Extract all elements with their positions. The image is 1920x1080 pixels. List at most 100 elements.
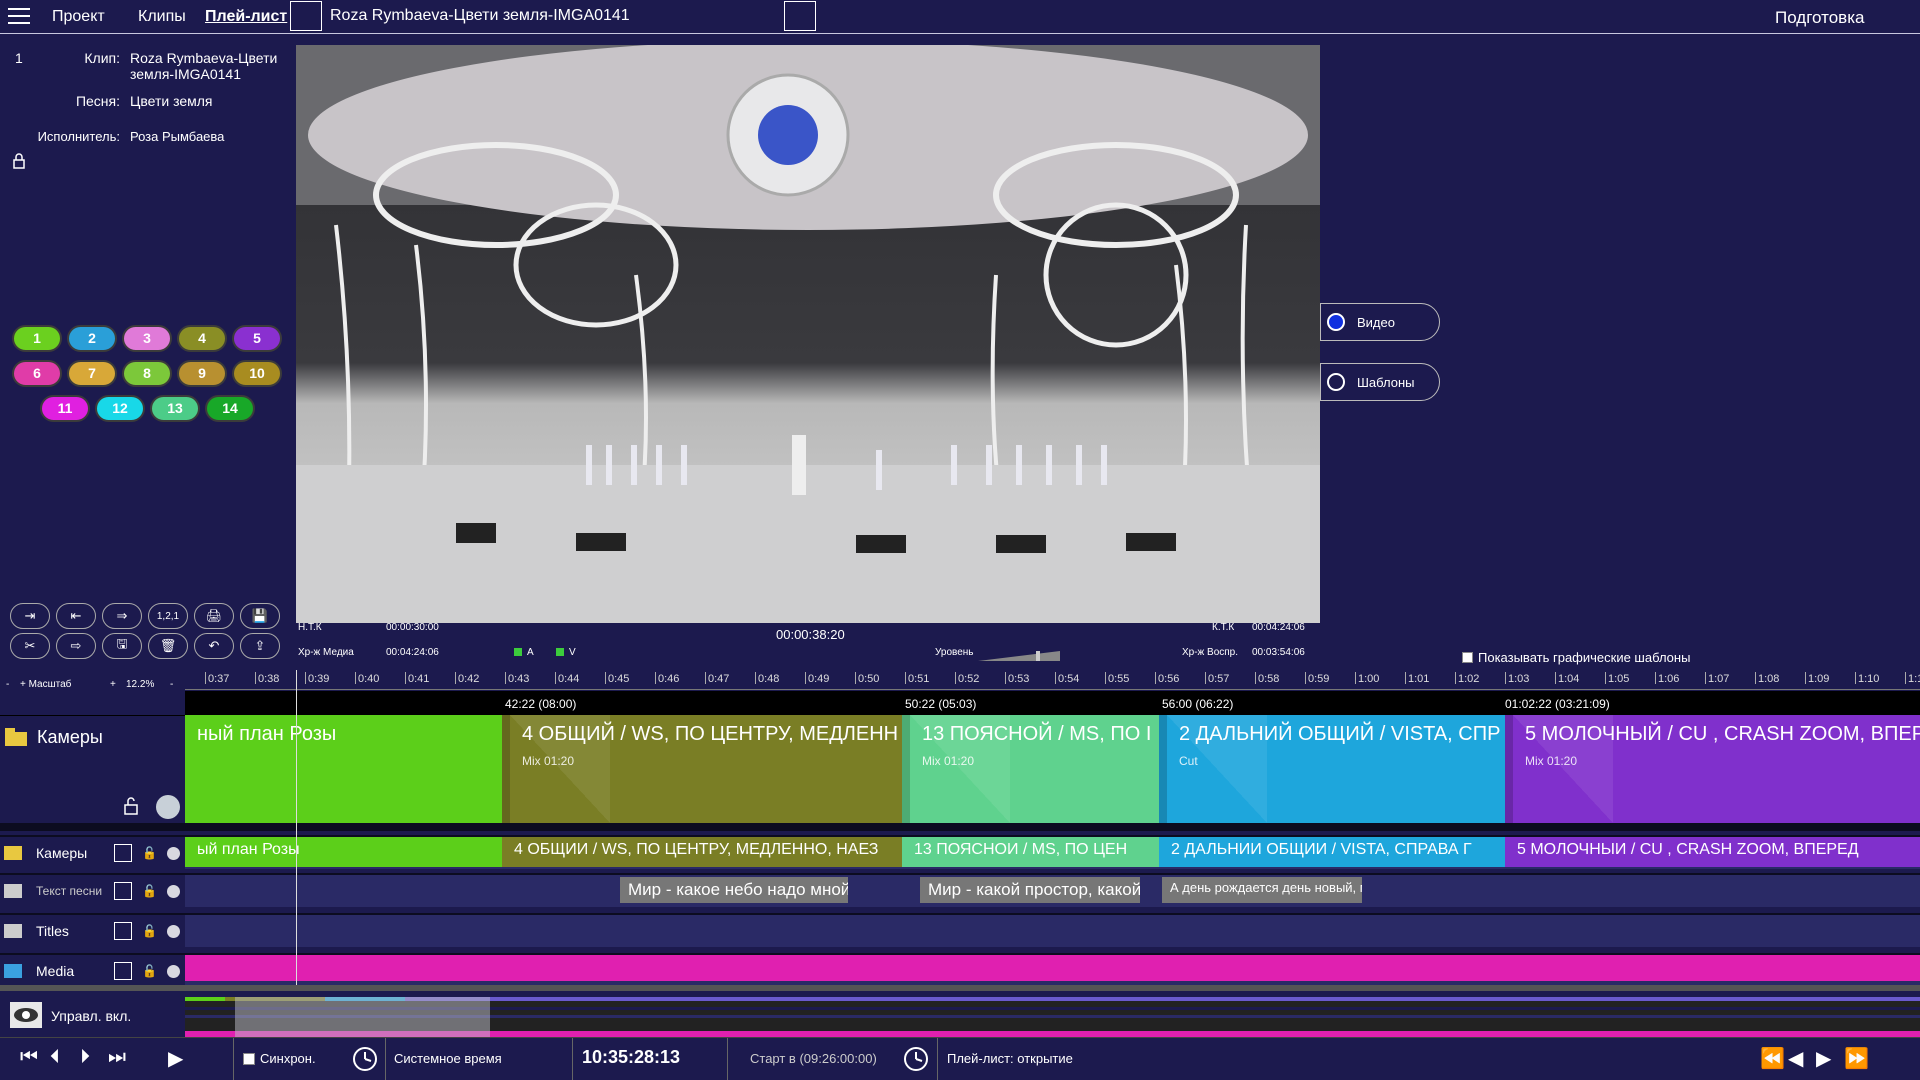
camera-button-1[interactable]: 1 <box>12 325 62 352</box>
save-icon[interactable]: 💾 <box>240 603 280 629</box>
start-clock-icon[interactable] <box>903 1046 929 1077</box>
track-enable-checkbox[interactable] <box>114 962 132 980</box>
camera-button-12[interactable]: 12 <box>95 395 145 422</box>
track-lock-icon[interactable]: 🔓 <box>142 846 157 860</box>
track-visibility-dot[interactable] <box>166 924 180 938</box>
exit-icon[interactable]: ⇪ <box>240 633 280 659</box>
mode-label[interactable]: Подготовка <box>1775 8 1864 28</box>
show-templates-checkbox[interactable] <box>1462 652 1473 663</box>
step-back-button[interactable]: ⏴ <box>50 1046 60 1069</box>
camera-button-10[interactable]: 10 <box>232 360 282 387</box>
sync-checkbox[interactable] <box>243 1053 255 1065</box>
undo-icon[interactable]: ↶ <box>194 633 234 659</box>
rewind-button[interactable]: ⏪ <box>1760 1046 1785 1071</box>
templates-radio[interactable]: Шаблоны <box>1320 363 1440 401</box>
camera-button-8[interactable]: 8 <box>122 360 172 387</box>
camera-small-clip[interactable]: 4 ОБЩИИ / WS, ПО ЦЕНТРУ, МЕДЛЕННО, НАЕЗ <box>502 837 902 867</box>
window-toggle-box[interactable] <box>784 1 816 31</box>
track-visibility-dot[interactable] <box>166 964 180 978</box>
zoom-plus-button[interactable]: + <box>110 679 116 690</box>
ruler-tick <box>1355 672 1356 684</box>
marker-label[interactable]: 01:02:22 (03:21:09) <box>1505 697 1610 711</box>
prev-frame-button[interactable]: ◀ <box>1788 1046 1803 1071</box>
menu-playlist[interactable]: Плей-лист <box>205 8 287 26</box>
playlist-toggle-box[interactable] <box>290 1 322 31</box>
go-to-start-icon[interactable]: ⇥ <box>10 603 50 629</box>
camera-button-6[interactable]: 6 <box>12 360 62 387</box>
audio-label: A <box>527 647 534 658</box>
camera-small-clip[interactable]: 2 ДАЛЬНИИ ОБЩИИ / VISTA, СПРАВА Г <box>1159 837 1505 867</box>
level-label: Уровень <box>935 647 974 658</box>
eye-icon[interactable] <box>10 1002 42 1033</box>
lock-icon[interactable] <box>12 152 26 175</box>
overview-strip[interactable] <box>185 997 1920 1037</box>
track-visibility-dot[interactable] <box>156 795 180 819</box>
camera-button-9[interactable]: 9 <box>177 360 227 387</box>
camera-button-5[interactable]: 5 <box>232 325 282 352</box>
move-right-icon[interactable]: ⇒ <box>102 603 142 629</box>
lyric-clip[interactable]: Мир - какой простор, какой покой! <box>920 877 1140 903</box>
track-enable-checkbox[interactable] <box>114 882 132 900</box>
camera-button-13[interactable]: 13 <box>150 395 200 422</box>
track-visibility-dot[interactable] <box>166 884 180 898</box>
step-forward-button[interactable]: ⏵ <box>80 1046 90 1069</box>
camera-button-14[interactable]: 14 <box>205 395 255 422</box>
video-preview[interactable] <box>296 45 1320 623</box>
next-frame-button[interactable]: ▶ <box>1816 1046 1831 1071</box>
level-slider[interactable] <box>978 648 1060 666</box>
camera-small-clip[interactable]: 5 МОЛОЧНЫИ / CU , CRASH ZOOM, ВПЕРЕД <box>1505 837 1920 867</box>
track-enable-checkbox[interactable] <box>114 922 132 940</box>
camera-small-clip[interactable]: ый план Розы <box>185 837 502 867</box>
cut-icon[interactable]: ✂ <box>10 633 50 659</box>
camera-button-11[interactable]: 11 <box>40 395 90 422</box>
zoom-minus-button[interactable]: - <box>6 679 9 690</box>
marker-label[interactable]: 50:22 (05:03) <box>905 697 976 711</box>
media-track-clip[interactable] <box>185 955 1920 981</box>
camera-small-track[interactable]: ый план Розы 4 ОБЩИИ / WS, ПО ЦЕНТРУ, МЕД… <box>185 837 1920 867</box>
track-visibility-dot[interactable] <box>166 846 180 860</box>
track-lock-icon[interactable]: 🔓 <box>142 924 157 938</box>
ruler-tick <box>705 672 706 684</box>
overview-window[interactable] <box>235 997 490 1037</box>
delete-icon[interactable]: 🗑 <box>148 633 188 659</box>
camera-clip[interactable]: 4 ОБЩИЙ / WS, ПО ЦЕНТРУ, МЕДЛЕННMix 01:2… <box>502 715 902 823</box>
print-icon[interactable]: 🖨 <box>194 603 234 629</box>
track-lock-icon[interactable]: 🔓 <box>142 964 157 978</box>
stage-image <box>296 45 1320 623</box>
move-icon[interactable]: ⇨ <box>56 633 96 659</box>
camera-clip[interactable]: 2 ДАЛЬНИЙ ОБЩИЙ / VISTA, СПРCut <box>1159 715 1505 823</box>
marker-label[interactable]: 56:00 (06:22) <box>1162 697 1233 711</box>
skip-to-end-button[interactable]: ⏭ <box>108 1046 126 1069</box>
hamburger-menu-icon[interactable] <box>8 8 30 26</box>
clock-icon[interactable] <box>352 1046 378 1077</box>
camera-button-3[interactable]: 3 <box>122 325 172 352</box>
skip-to-start-button[interactable]: ⏮ <box>20 1046 38 1069</box>
move-left-icon[interactable]: ⇤ <box>56 603 96 629</box>
menu-project[interactable]: Проект <box>52 8 105 26</box>
play-button[interactable]: ▶ <box>168 1046 183 1071</box>
lyric-clip[interactable]: А день рождается день новый, молодой, <box>1162 877 1362 903</box>
ruler-label: 0:39 <box>308 673 330 685</box>
camera-clip[interactable]: ный план Розы <box>185 715 502 823</box>
export-icon[interactable]: 🖫 <box>102 633 142 659</box>
camera-clip[interactable]: 13 ПОЯСНОЙ / MS, ПО IMix 01:20 <box>902 715 1159 823</box>
marker-label[interactable]: 42:22 (08:00) <box>505 697 576 711</box>
artist-value: Роза Рымбаева <box>130 129 225 144</box>
playhead[interactable] <box>296 670 297 1005</box>
camera-button-7[interactable]: 7 <box>67 360 117 387</box>
camera-button-4[interactable]: 4 <box>177 325 227 352</box>
unlock-icon[interactable] <box>123 796 141 821</box>
track-lock-icon[interactable]: 🔓 <box>142 884 157 898</box>
camera-button-2[interactable]: 2 <box>67 325 117 352</box>
video-radio[interactable]: Видео <box>1320 303 1440 341</box>
video-radio-label: Видео <box>1357 314 1395 330</box>
track-enable-checkbox[interactable] <box>114 844 132 862</box>
zoom-minus2-button[interactable]: - <box>170 679 173 690</box>
camera-clip[interactable]: 5 МОЛОЧНЫЙ / CU , CRASH ZOOM, ВПЕРЕMix 0… <box>1505 715 1920 823</box>
fast-forward-button[interactable]: ⏩ <box>1844 1046 1869 1071</box>
sequence-icon[interactable]: 1,2,1 <box>148 603 188 629</box>
lyric-clip[interactable]: Мир - какое небо надо мной <box>620 877 848 903</box>
camera-small-clip[interactable]: 13 ПОЯСНОИ / MS, ПО ЦЕН <box>902 837 1159 867</box>
menu-clips[interactable]: Клипы <box>138 8 186 26</box>
camera-track[interactable]: ный план Розы 4 ОБЩИЙ / WS, ПО ЦЕНТРУ, МЕ… <box>185 715 1920 823</box>
